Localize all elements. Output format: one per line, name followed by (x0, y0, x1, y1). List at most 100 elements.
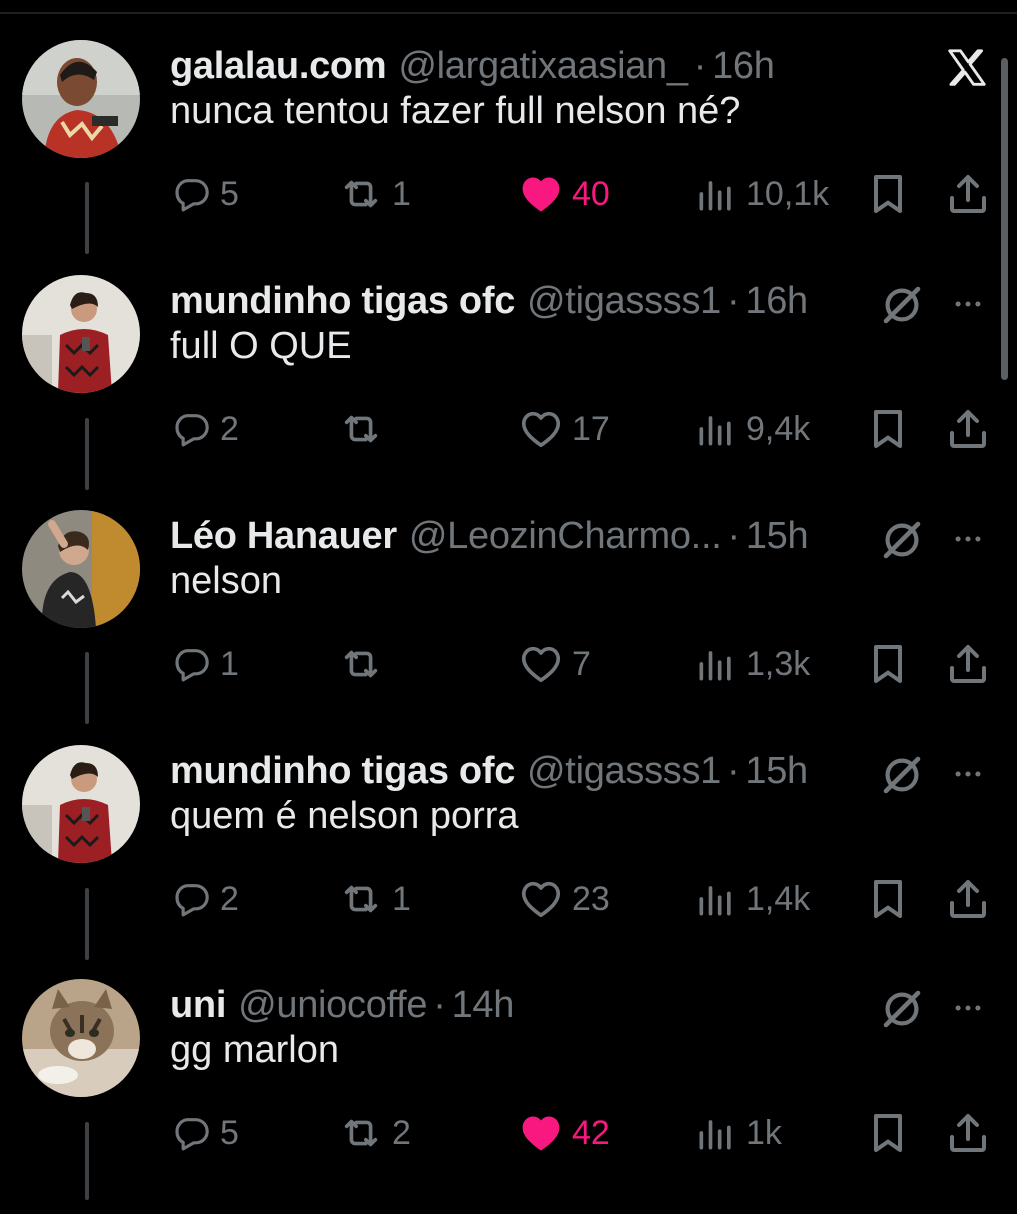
separator: · (727, 279, 740, 322)
heart-filled-icon (518, 1110, 564, 1156)
tweet-text: gg marlon (170, 1029, 339, 1071)
retweet-icon (338, 1110, 384, 1156)
display-name[interactable]: uni (170, 984, 226, 1027)
separator: · (693, 44, 707, 87)
views-button[interactable]: 1,4k (694, 871, 810, 927)
reply-count: 5 (220, 174, 239, 213)
views-icon (694, 1111, 738, 1155)
views-icon (694, 877, 738, 921)
reply-button[interactable]: 2 (172, 401, 239, 457)
mute-icon[interactable] (878, 985, 926, 1033)
view-count: 9,4k (746, 409, 811, 448)
separator: · (727, 749, 740, 792)
tweet[interactable]: mundinho tigas ofc @tigassss1 · 16h full… (0, 275, 1017, 510)
user-handle[interactable]: @LeozinCharmo... (409, 515, 722, 558)
avatar[interactable] (22, 510, 140, 628)
more-options-icon[interactable] (946, 287, 990, 321)
view-count: 1,3k (746, 644, 811, 683)
like-button[interactable]: 17 (518, 401, 610, 457)
mute-icon[interactable] (878, 281, 926, 329)
heart-icon (518, 406, 564, 452)
reply-count: 5 (220, 1113, 239, 1152)
retweet-button[interactable]: 1 (338, 166, 411, 222)
user-handle[interactable]: @uniocoffe (238, 984, 427, 1027)
reply-button[interactable]: 5 (172, 1105, 239, 1161)
heart-icon (518, 641, 564, 687)
view-count: 10,1k (746, 174, 830, 213)
timestamp[interactable]: 16h (712, 45, 775, 88)
reply-icon (172, 1113, 212, 1153)
tweet[interactable]: uni @uniocoffe · 14h gg marlon 5 2 42 1k (0, 979, 1017, 1214)
more-options-icon[interactable] (946, 991, 990, 1025)
avatar[interactable] (22, 275, 140, 393)
timestamp[interactable]: 16h (745, 280, 808, 323)
retweet-button[interactable]: 1 (338, 871, 411, 927)
share-icon[interactable] (944, 403, 992, 455)
like-button[interactable]: 42 (518, 1105, 610, 1161)
display-name[interactable]: mundinho tigas ofc (170, 750, 515, 793)
reply-button[interactable]: 1 (172, 636, 239, 692)
tweet-header: mundinho tigas ofc @tigassss1 · 15h (170, 745, 808, 797)
bookmark-icon[interactable] (864, 1107, 912, 1159)
share-icon[interactable] (944, 638, 992, 690)
like-button[interactable]: 23 (518, 871, 610, 927)
retweet-button[interactable] (338, 636, 392, 692)
view-count: 1k (746, 1113, 782, 1152)
retweet-icon (338, 406, 384, 452)
like-count: 7 (572, 644, 591, 683)
avatar[interactable] (22, 40, 140, 158)
retweet-count: 1 (392, 174, 411, 213)
retweet-button[interactable]: 2 (338, 1105, 411, 1161)
tweet[interactable]: mundinho tigas ofc @tigassss1 · 15h quem… (0, 745, 1017, 980)
reply-button[interactable]: 2 (172, 871, 239, 927)
separator: · (433, 983, 446, 1026)
bookmark-icon[interactable] (864, 638, 912, 690)
share-icon[interactable] (944, 168, 992, 220)
like-count: 40 (572, 174, 610, 213)
mute-icon[interactable] (878, 751, 926, 799)
heart-icon (518, 876, 564, 922)
tweet[interactable]: galalau.com @largatixaasian_ · 16h nunca… (0, 40, 1017, 275)
user-handle[interactable]: @largatixaasian_ (398, 45, 688, 88)
more-options-icon[interactable] (946, 757, 990, 791)
avatar[interactable] (22, 745, 140, 863)
views-button[interactable]: 1k (694, 1105, 782, 1161)
tweet[interactable]: Léo Hanauer @LeozinCharmo... · 15h nelso… (0, 510, 1017, 745)
user-handle[interactable]: @tigassss1 (527, 280, 721, 323)
display-name[interactable]: galalau.com (170, 45, 387, 88)
views-button[interactable]: 1,3k (694, 636, 810, 692)
view-count: 1,4k (746, 879, 811, 918)
bookmark-icon[interactable] (864, 873, 912, 925)
views-button[interactable]: 10,1k (694, 166, 829, 222)
reply-button[interactable]: 5 (172, 166, 239, 222)
user-handle[interactable]: @tigassss1 (527, 750, 721, 793)
views-button[interactable]: 9,4k (694, 401, 810, 457)
reply-count: 2 (220, 879, 239, 918)
reply-icon (172, 644, 212, 684)
like-count: 17 (572, 409, 610, 448)
like-button[interactable]: 7 (518, 636, 591, 692)
display-name[interactable]: mundinho tigas ofc (170, 280, 515, 323)
display-name[interactable]: Léo Hanauer (170, 515, 397, 558)
share-icon[interactable] (944, 1107, 992, 1159)
views-icon (694, 407, 738, 451)
more-options-icon[interactable] (946, 522, 990, 556)
timestamp[interactable]: 14h (452, 984, 515, 1027)
avatar[interactable] (22, 979, 140, 1097)
tweet-header: mundinho tigas ofc @tigassss1 · 16h (170, 275, 808, 327)
tweet-header: Léo Hanauer @LeozinCharmo... · 15h (170, 510, 809, 562)
timestamp[interactable]: 15h (746, 515, 809, 558)
retweet-icon (338, 876, 384, 922)
bookmark-icon[interactable] (864, 403, 912, 455)
tweet-header: uni @uniocoffe · 14h (170, 979, 514, 1031)
mute-icon[interactable] (878, 516, 926, 564)
timestamp[interactable]: 15h (745, 750, 808, 793)
x-logo-icon (948, 49, 986, 86)
retweet-button[interactable] (338, 401, 392, 457)
bookmark-icon[interactable] (864, 168, 912, 220)
share-icon[interactable] (944, 873, 992, 925)
reply-icon (172, 879, 212, 919)
retweet-icon (338, 641, 384, 687)
like-button[interactable]: 40 (518, 166, 610, 222)
tweet-header: galalau.com @largatixaasian_ · 16h (170, 40, 775, 92)
